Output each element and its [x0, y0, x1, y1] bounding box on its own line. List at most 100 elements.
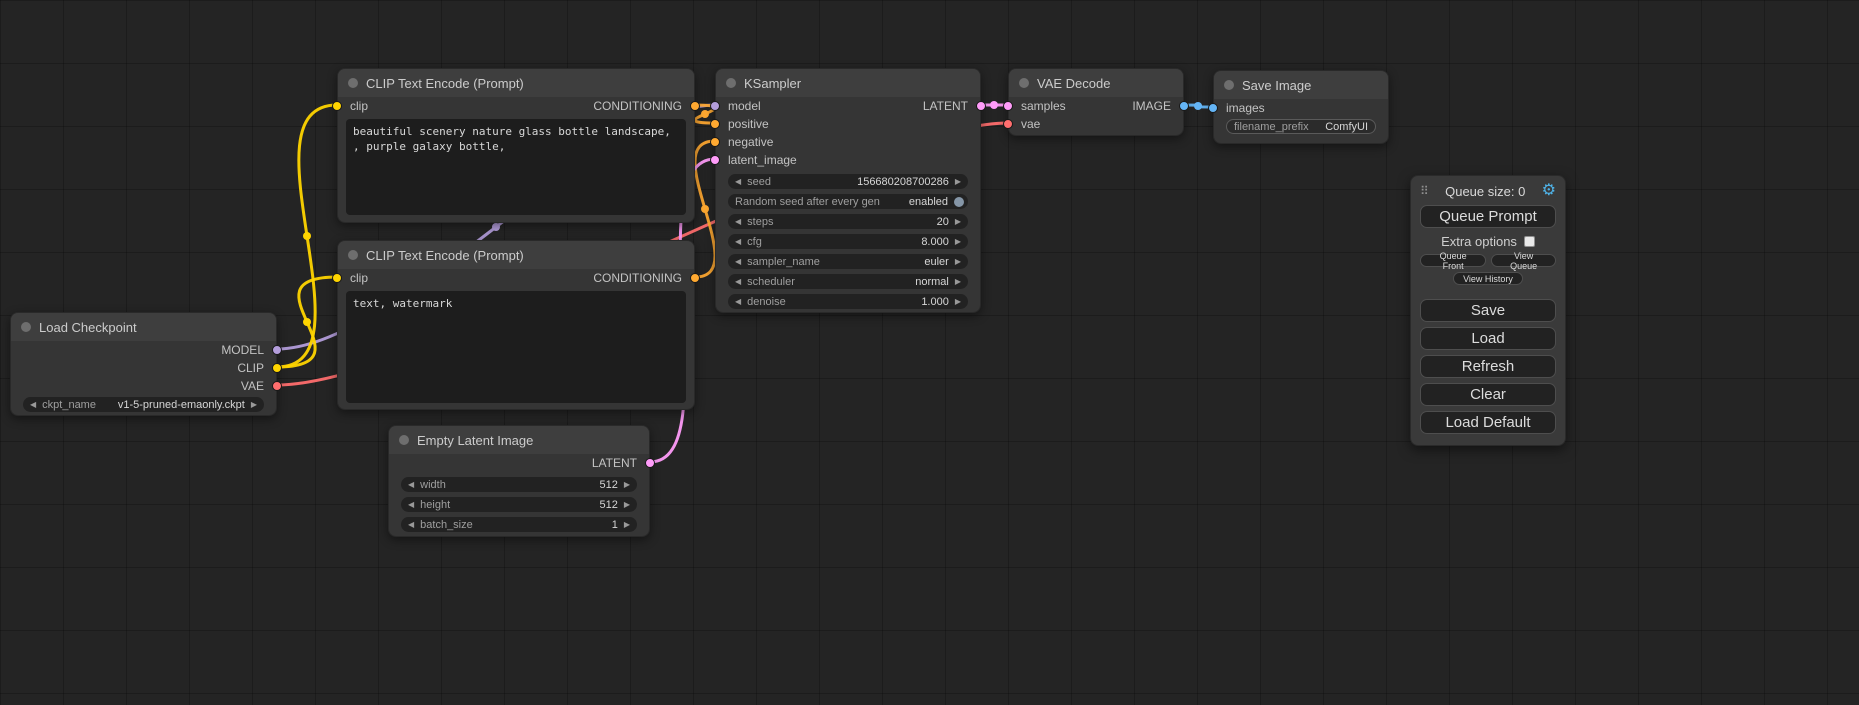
link-midpoint-dot: [701, 205, 709, 213]
queue-prompt-button[interactable]: Queue Prompt: [1420, 205, 1556, 228]
widget-seed[interactable]: ◀ seed 156680208700286 ▶: [728, 174, 968, 189]
node-load-checkpoint[interactable]: Load Checkpoint MODEL CLIP VAE ◀ ckpt_na…: [10, 312, 277, 416]
toggle-dot[interactable]: [954, 197, 964, 207]
save-button[interactable]: Save: [1420, 299, 1556, 322]
decrement-icon[interactable]: ◀: [408, 481, 414, 489]
widget-name: cfg: [747, 236, 762, 248]
output-dot-vae[interactable]: [272, 381, 282, 391]
slot-label-vae: vae: [1021, 117, 1040, 131]
output-slot-clip-row: CLIP: [11, 359, 276, 377]
node-save-image[interactable]: Save Image images filename_prefix ComfyU…: [1213, 70, 1389, 144]
settings-gear-icon[interactable]: ⚙: [1542, 183, 1556, 199]
increment-icon[interactable]: ▶: [624, 521, 630, 529]
increment-icon[interactable]: ▶: [955, 178, 961, 186]
view-history-button[interactable]: View History: [1453, 272, 1523, 285]
input-dot-positive[interactable]: [710, 119, 720, 129]
slot-label-vae: VAE: [241, 379, 264, 393]
node-status-dot: [399, 435, 409, 445]
positive-prompt-textarea[interactable]: beautiful scenery nature glass bottle la…: [346, 119, 686, 215]
increment-icon[interactable]: ▶: [955, 238, 961, 246]
widget-width[interactable]: ◀ width 512 ▶: [401, 477, 637, 492]
widget-batch-size[interactable]: ◀ batch_size 1 ▶: [401, 517, 637, 532]
node-title-bar[interactable]: CLIP Text Encode (Prompt): [338, 241, 694, 269]
widget-ckpt-name[interactable]: ◀ ckpt_name v1-5-pruned-emaonly.ckpt ▶: [23, 397, 264, 412]
input-dot-clip[interactable]: [332, 273, 342, 283]
decrement-icon[interactable]: ◀: [735, 178, 741, 186]
output-dot-conditioning[interactable]: [690, 101, 700, 111]
extra-options-checkbox[interactable]: [1524, 236, 1535, 247]
widget-filename-prefix[interactable]: filename_prefix ComfyUI: [1226, 119, 1376, 134]
widget-denoise[interactable]: ◀ denoise 1.000 ▶: [728, 294, 968, 309]
node-title: Empty Latent Image: [417, 433, 533, 448]
node-ksampler[interactable]: KSampler model LATENT positive negative …: [715, 68, 981, 313]
input-dot-clip[interactable]: [332, 101, 342, 111]
output-dot-clip[interactable]: [272, 363, 282, 373]
widget-seed-control[interactable]: Random seed after every gen enabled: [728, 194, 968, 209]
decrement-icon[interactable]: ◀: [735, 278, 741, 286]
input-dot-model[interactable]: [710, 101, 720, 111]
node-clip-text-encode-positive[interactable]: CLIP Text Encode (Prompt) clip CONDITION…: [337, 68, 695, 223]
input-dot-negative[interactable]: [710, 137, 720, 147]
load-button[interactable]: Load: [1420, 327, 1556, 350]
drag-handle-icon[interactable]: ⠿: [1420, 184, 1429, 198]
node-title-bar[interactable]: KSampler: [716, 69, 980, 97]
output-dot-latent[interactable]: [976, 101, 986, 111]
decrement-icon[interactable]: ◀: [30, 401, 36, 409]
widget-cfg[interactable]: ◀ cfg 8.000 ▶: [728, 234, 968, 249]
increment-icon[interactable]: ▶: [624, 481, 630, 489]
widget-value: 1: [612, 519, 618, 531]
widget-value: 156680208700286: [857, 176, 949, 188]
node-title: Save Image: [1242, 78, 1311, 93]
decrement-icon[interactable]: ◀: [735, 238, 741, 246]
widget-scheduler[interactable]: ◀ scheduler normal ▶: [728, 274, 968, 289]
increment-icon[interactable]: ▶: [955, 218, 961, 226]
widget-value: euler: [924, 256, 948, 268]
slot-label-model: MODEL: [221, 343, 264, 357]
clear-button[interactable]: Clear: [1420, 383, 1556, 406]
widget-steps[interactable]: ◀ steps 20 ▶: [728, 214, 968, 229]
output-dot-conditioning[interactable]: [690, 273, 700, 283]
queue-front-button[interactable]: Queue Front: [1420, 254, 1486, 267]
increment-icon[interactable]: ▶: [955, 298, 961, 306]
output-dot-latent[interactable]: [645, 458, 655, 468]
input-dot-samples[interactable]: [1003, 101, 1013, 111]
increment-icon[interactable]: ▶: [955, 278, 961, 286]
widget-name: ckpt_name: [42, 399, 96, 411]
node-clip-text-encode-negative[interactable]: CLIP Text Encode (Prompt) clip CONDITION…: [337, 240, 695, 410]
node-title-bar[interactable]: Empty Latent Image: [389, 426, 649, 454]
node-title-bar[interactable]: Load Checkpoint: [11, 313, 276, 341]
slot-label-negative: negative: [728, 135, 773, 149]
decrement-icon[interactable]: ◀: [408, 521, 414, 529]
decrement-icon[interactable]: ◀: [408, 501, 414, 509]
output-dot-image[interactable]: [1179, 101, 1189, 111]
view-queue-button[interactable]: View Queue: [1491, 254, 1556, 267]
output-dot-model[interactable]: [272, 345, 282, 355]
slot-row-images: images: [1214, 99, 1388, 117]
node-title-bar[interactable]: VAE Decode: [1009, 69, 1183, 97]
load-default-button[interactable]: Load Default: [1420, 411, 1556, 434]
node-status-dot: [348, 250, 358, 260]
decrement-icon[interactable]: ◀: [735, 258, 741, 266]
increment-icon[interactable]: ▶: [955, 258, 961, 266]
increment-icon[interactable]: ▶: [251, 401, 257, 409]
refresh-button[interactable]: Refresh: [1420, 355, 1556, 378]
input-dot-images[interactable]: [1208, 103, 1218, 113]
widget-name: height: [420, 499, 450, 511]
increment-icon[interactable]: ▶: [624, 501, 630, 509]
input-dot-vae[interactable]: [1003, 119, 1013, 129]
widget-name: seed: [747, 176, 771, 188]
widget-sampler-name[interactable]: ◀ sampler_name euler ▶: [728, 254, 968, 269]
node-empty-latent-image[interactable]: Empty Latent Image LATENT ◀ width 512 ▶ …: [388, 425, 650, 537]
input-dot-latent-image[interactable]: [710, 155, 720, 165]
widget-name: scheduler: [747, 276, 795, 288]
node-title-bar[interactable]: CLIP Text Encode (Prompt): [338, 69, 694, 97]
comfy-menu-panel[interactable]: ⠿ Queue size: 0 ⚙ Queue Prompt Extra opt…: [1410, 175, 1566, 446]
node-title-bar[interactable]: Save Image: [1214, 71, 1388, 99]
widget-height[interactable]: ◀ height 512 ▶: [401, 497, 637, 512]
slot-row-model-latent: model LATENT: [716, 97, 980, 115]
node-vae-decode[interactable]: VAE Decode samples IMAGE vae: [1008, 68, 1184, 136]
slot-label-conditioning: CONDITIONING: [593, 271, 682, 285]
decrement-icon[interactable]: ◀: [735, 298, 741, 306]
negative-prompt-textarea[interactable]: text, watermark: [346, 291, 686, 403]
decrement-icon[interactable]: ◀: [735, 218, 741, 226]
